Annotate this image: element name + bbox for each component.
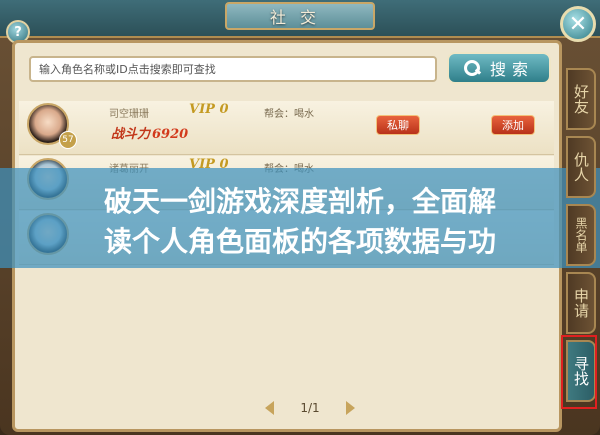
vip-label: VIP 0 — [189, 102, 229, 117]
search-button-label: 搜索 — [489, 60, 534, 79]
guild-label: 帮会：喝水 — [264, 109, 314, 120]
window-title: 社交 — [225, 2, 375, 30]
search-input[interactable] — [29, 56, 437, 82]
search-icon — [463, 60, 480, 76]
combat-power: 战斗力 6920 — [111, 123, 188, 142]
tab-highlight-box — [561, 335, 597, 409]
tab-friends[interactable]: 好友 — [566, 68, 596, 130]
article-title-banner: 破天一剑游戏深度剖析，全面解 读个人角色面板的各项数据与功 — [0, 168, 600, 268]
pagination: 1/1 — [265, 398, 355, 418]
social-window: 社交 ? ✕ 搜索 57 司空珊珊 VIP 0 帮会：喝水 战斗力6920 私聊… — [0, 0, 600, 435]
prev-page-icon[interactable] — [265, 401, 274, 415]
banner-line-2: 读个人角色面板的各项数据与功 — [103, 225, 496, 258]
add-friend-button[interactable]: 添加 — [491, 115, 535, 135]
search-button[interactable]: 搜索 — [447, 52, 551, 84]
tab-enemies[interactable]: 仇人 — [566, 136, 596, 198]
banner-line-1: 破天一剑游戏深度剖析，全面解 — [103, 185, 496, 218]
title-bar: 社交 — [0, 0, 600, 38]
close-icon[interactable]: ✕ — [560, 6, 596, 42]
tab-requests-label: 申请 — [572, 288, 590, 318]
tab-blacklist-label: 黑名单 — [574, 217, 588, 253]
tab-blacklist[interactable]: 黑名单 — [566, 204, 596, 266]
next-page-icon[interactable] — [346, 401, 355, 415]
combat-power-label: 战斗力 — [111, 127, 151, 142]
tab-enemies-label: 仇人 — [572, 152, 590, 182]
tab-friends-label: 好友 — [572, 84, 590, 114]
private-message-button[interactable]: 私聊 — [376, 115, 420, 135]
page-indicator: 1/1 — [300, 401, 320, 415]
player-name: 司空珊珊 — [109, 109, 149, 120]
level-badge: 57 — [59, 131, 77, 149]
combat-power-value: 6920 — [152, 127, 189, 142]
tab-requests[interactable]: 申请 — [566, 272, 596, 334]
list-item: 57 司空珊珊 VIP 0 帮会：喝水 战斗力 6920 私聊 添加 — [19, 101, 554, 155]
